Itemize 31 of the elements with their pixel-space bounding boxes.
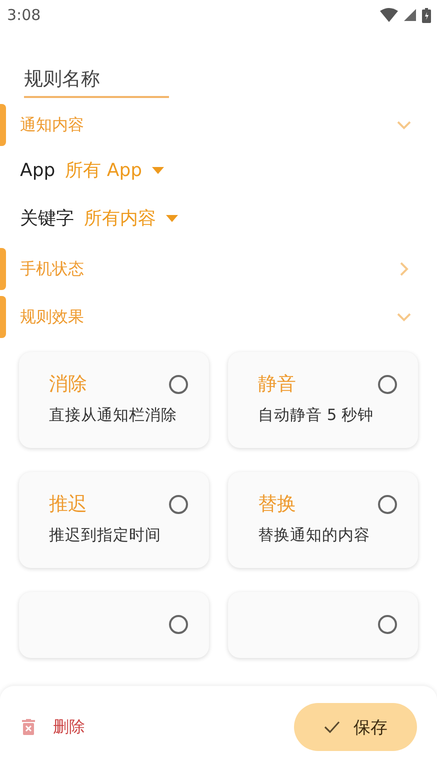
wifi-icon bbox=[380, 8, 398, 22]
radio-button[interactable] bbox=[378, 374, 397, 394]
effect-description: 直接从通知栏消除 bbox=[49, 405, 178, 426]
filter-label: App bbox=[20, 160, 56, 180]
effect-description: 推迟到指定时间 bbox=[49, 525, 162, 546]
radio-button[interactable] bbox=[169, 494, 188, 514]
radio-button[interactable] bbox=[378, 494, 397, 514]
effect-card[interactable]: 消除 直接从通知栏消除 bbox=[19, 352, 209, 448]
status-time: 3:08 bbox=[7, 6, 41, 24]
check-icon bbox=[324, 721, 340, 733]
battery-icon bbox=[422, 8, 431, 22]
save-button[interactable]: 保存 bbox=[294, 703, 417, 751]
effect-card[interactable]: 静音 自动静音 5 秒钟 bbox=[228, 352, 418, 448]
signal-icon bbox=[404, 9, 416, 21]
radio-button[interactable] bbox=[378, 614, 397, 634]
effect-description: 自动静音 5 秒钟 bbox=[258, 405, 375, 426]
rule-name-field[interactable]: 规则名称 bbox=[24, 64, 169, 98]
effect-description: 替换通知的内容 bbox=[258, 525, 371, 546]
delete-button[interactable]: 删除 bbox=[22, 716, 85, 738]
caret-icon bbox=[152, 166, 164, 174]
radio-button[interactable] bbox=[169, 614, 188, 634]
trash-icon bbox=[22, 719, 35, 735]
effect-card[interactable]: 推迟 推迟到指定时间 bbox=[19, 472, 209, 568]
effect-title: 推迟 bbox=[49, 492, 87, 517]
effect-title: 静音 bbox=[258, 372, 296, 397]
radio-button[interactable] bbox=[169, 374, 188, 394]
caret-icon bbox=[166, 214, 178, 222]
filter-label: 关键字 bbox=[20, 207, 74, 230]
effect-title: 消除 bbox=[49, 372, 87, 397]
effect-title: 替换 bbox=[258, 492, 296, 517]
effect-card[interactable]: 替换 替换通知的内容 bbox=[228, 472, 418, 568]
